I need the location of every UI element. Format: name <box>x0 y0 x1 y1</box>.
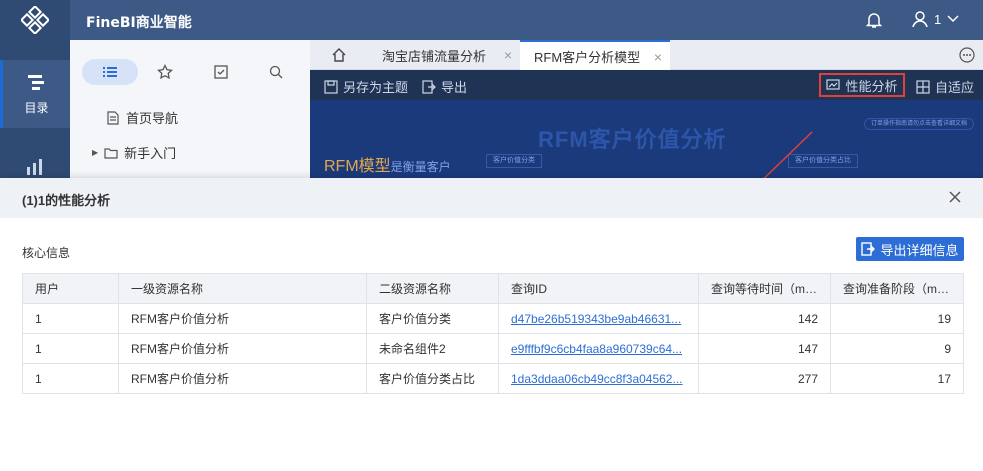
tab-rfm-model[interactable]: RFM客户分析模型 × <box>520 40 670 70</box>
autofit-icon <box>916 79 930 94</box>
performance-icon <box>826 79 841 90</box>
autofit-label: 自适应 <box>935 80 975 95</box>
cell-resource-2: 未命名组件2 <box>366 333 499 364</box>
catalog-icon <box>27 74 44 90</box>
top-header: FineBI商业智能 1 <box>0 0 983 40</box>
cell-user: 1 <box>22 363 119 394</box>
canvas-pill: 客户价值分类 <box>486 154 542 168</box>
chevron-down-icon <box>947 15 959 23</box>
list-item-label: 首页导航 <box>126 111 179 126</box>
directory-tabs <box>82 58 304 86</box>
cell-resource-2: 客户价值分类 <box>366 303 499 334</box>
section-label: 核心信息 <box>22 246 71 260</box>
autofit-button[interactable]: 自适应 <box>916 77 974 96</box>
list-item-label: 新手入门 <box>124 146 177 161</box>
app-logo[interactable] <box>0 0 70 40</box>
cell-user: 1 <box>22 333 119 364</box>
check-icon <box>214 65 228 79</box>
cell-wait-time: 277 <box>698 363 831 394</box>
cell-resource-1: RFM客户价值分析 <box>118 363 367 394</box>
dialog-header: (1)1的性能分析 <box>0 178 983 218</box>
export-label: 导出 <box>441 80 468 95</box>
cell-prepare-time: 19 <box>830 303 964 334</box>
performance-dialog: (1)1的性能分析 核心信息 导出详细信息 用户 一级资源名称 二级资源名称 查… <box>0 178 983 471</box>
export-icon <box>422 79 436 94</box>
tab-search[interactable] <box>249 59 305 85</box>
logo-icon <box>21 6 49 34</box>
tab-label: 淘宝店铺流量分析 <box>382 48 487 64</box>
save-as-theme-button[interactable]: 另存为主题 <box>324 77 408 96</box>
dashboard-toolbar: 另存为主题 导出 性能分析 自适应 <box>310 70 983 100</box>
tab-bar: 淘宝店铺流量分析 × RFM客户分析模型 × <box>310 40 983 70</box>
column-header[interactable]: 查询等待时间（ms） <box>698 273 831 304</box>
export-button[interactable]: 导出 <box>422 77 467 96</box>
column-header[interactable]: 二级资源名称 <box>366 273 499 304</box>
list-item[interactable]: ▶ 新手入门 <box>92 143 176 162</box>
export-icon <box>861 242 876 256</box>
query-id-link[interactable]: d47be26b519343be9ab46631... <box>498 303 699 334</box>
column-header[interactable]: 查询准备阶段（ms） <box>830 273 964 304</box>
table-row: 1 RFM客户价值分析 客户价值分类 d47be26b519343be9ab46… <box>22 303 964 334</box>
cell-resource-1: RFM客户价值分析 <box>118 303 367 334</box>
cell-prepare-time: 9 <box>830 333 964 364</box>
column-header[interactable]: 一级资源名称 <box>118 273 367 304</box>
subtitle-rest: 是衡量客户 <box>390 160 451 174</box>
dashboard-subtitle: RFM模型是衡量客户 <box>324 152 451 176</box>
document-icon <box>107 110 119 125</box>
close-icon[interactable]: × <box>504 47 512 63</box>
chart-icon[interactable] <box>25 157 45 180</box>
subtitle-keyword: RFM模型 <box>324 158 391 175</box>
app-title: FineBI商业智能 <box>86 15 192 31</box>
cell-wait-time: 142 <box>698 303 831 334</box>
notification-bell-icon[interactable] <box>865 11 883 32</box>
cell-prepare-time: 17 <box>830 363 964 394</box>
rail-item-catalog[interactable]: 目录 <box>0 60 70 128</box>
tab-home[interactable] <box>310 40 368 70</box>
column-header[interactable]: 用户 <box>22 273 119 304</box>
dashboard-title: RFM客户价值分析 <box>538 127 727 152</box>
export-details-button[interactable]: 导出详细信息 <box>856 237 964 261</box>
tab-list[interactable] <box>82 59 138 85</box>
close-icon[interactable]: × <box>654 49 662 65</box>
dialog-title: (1)1的性能分析 <box>22 193 111 208</box>
home-icon <box>332 48 346 62</box>
cell-wait-time: 147 <box>698 333 831 364</box>
table-header-row: 用户 一级资源名称 二级资源名称 查询ID 查询等待时间（ms） 查询准备阶段（… <box>22 273 964 304</box>
query-id-link[interactable]: 1da3ddaa06cb49cc8f3a04562... <box>498 363 699 394</box>
star-icon <box>157 64 174 80</box>
user-icon <box>912 11 928 28</box>
table-row: 1 RFM客户价值分析 客户价值分类占比 1da3ddaa06cb49cc8f3… <box>22 363 964 394</box>
caret-right-icon: ▶ <box>92 148 99 157</box>
tab-taobao-traffic[interactable]: 淘宝店铺流量分析 × <box>368 40 520 70</box>
search-icon <box>270 65 283 79</box>
list-icon <box>102 67 117 77</box>
cell-resource-1: RFM客户价值分析 <box>118 333 367 364</box>
table-row: 1 RFM客户价值分析 未命名组件2 e9fffbf9c6cb4faa8a960… <box>22 333 964 364</box>
tab-favorites[interactable] <box>138 59 194 85</box>
performance-analysis-button[interactable]: 性能分析 <box>819 73 905 97</box>
dashboard-canvas: RFM客户价值分析 订单操作指南请勿点击查看详细文档 RFM模型是衡量客户 客户… <box>310 100 983 180</box>
performance-table: 用户 一级资源名称 二级资源名称 查询ID 查询等待时间（ms） 查询准备阶段（… <box>22 273 964 394</box>
column-header[interactable]: 查询ID <box>498 273 699 304</box>
save-as-theme-label: 另存为主题 <box>343 80 409 95</box>
list-item[interactable]: 首页导航 <box>106 108 178 127</box>
query-id-link[interactable]: e9fffbf9c6cb4faa8a960739c64... <box>498 333 699 364</box>
performance-label: 性能分析 <box>845 78 898 94</box>
user-name: 1 <box>934 11 942 27</box>
tab-label: RFM客户分析模型 <box>534 49 641 65</box>
more-options-icon[interactable] <box>959 47 975 66</box>
cell-resource-2: 客户价值分类占比 <box>366 363 499 394</box>
export-details-label: 导出详细信息 <box>880 242 959 258</box>
cell-user: 1 <box>22 303 119 334</box>
rail-item-label: 目录 <box>24 100 49 115</box>
tab-check[interactable] <box>193 59 249 85</box>
folder-icon <box>104 147 118 159</box>
user-menu[interactable]: 1 <box>912 10 959 28</box>
dashboard-tip: 订单操作指南请勿点击查看详细文档 <box>864 118 974 130</box>
save-icon <box>324 79 338 94</box>
close-icon[interactable] <box>948 190 962 207</box>
